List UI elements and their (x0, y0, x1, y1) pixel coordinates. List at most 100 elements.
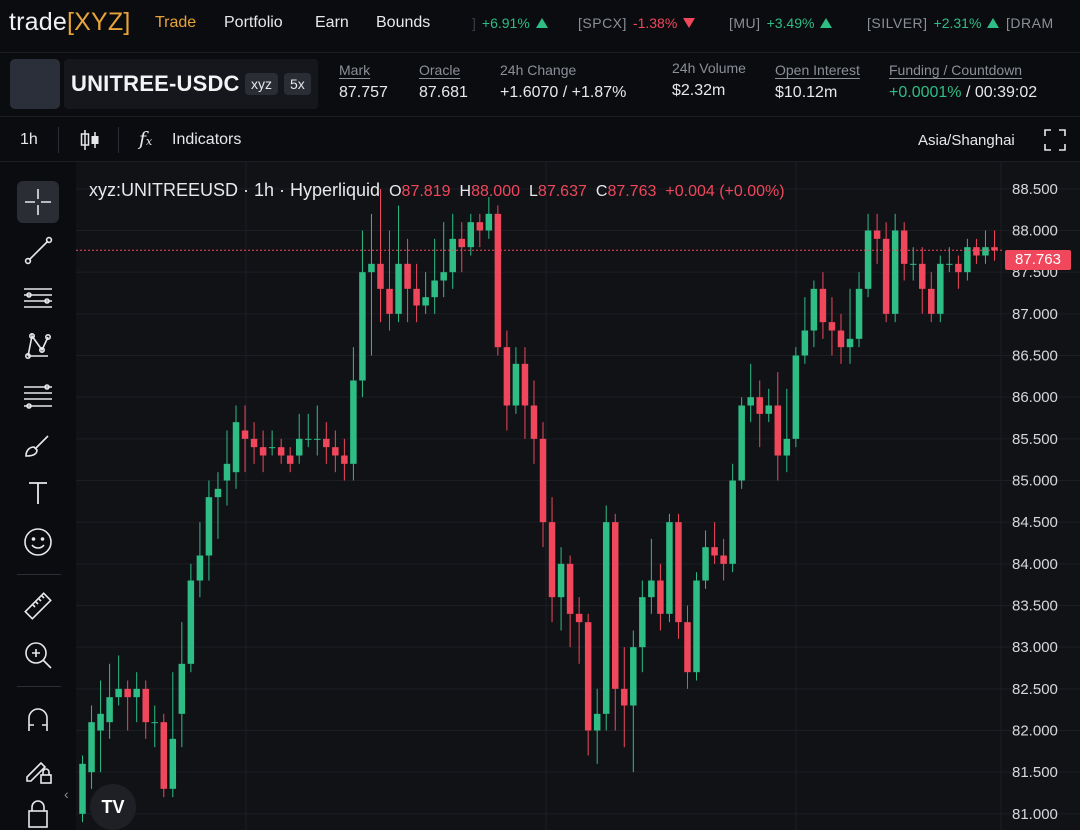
nav-bounds[interactable]: Bounds (376, 14, 430, 32)
up-triangle-icon (535, 18, 548, 28)
tools-divider (17, 574, 61, 575)
candle-body (286, 455, 294, 464)
brush-icon[interactable] (17, 424, 59, 466)
collapse-tools-icon[interactable]: ‹ (64, 786, 69, 802)
candle-body (133, 688, 140, 698)
timezone-selector[interactable]: Asia/Shanghai (918, 132, 1015, 149)
ticker-item-0[interactable]: ] +6.91% (466, 15, 548, 31)
toolbar-divider (118, 127, 119, 153)
candle-body (702, 547, 709, 581)
candle-body (268, 447, 276, 449)
candle-body (810, 288, 818, 331)
market-header: UNITREE-USDC xyz 5x Mark 87.757 Oracle 8… (0, 52, 1080, 114)
candle-body (539, 438, 547, 523)
y-tick-label: 85.500 (1012, 431, 1058, 448)
market-icon (10, 59, 60, 109)
candle-body (855, 288, 863, 339)
candle-body (449, 238, 456, 273)
price-chart[interactable]: 88.500 88.000 87.500 87.000 86.500 86.000 85.5… (76, 162, 1080, 830)
tradingview-logo[interactable]: TV (90, 784, 136, 830)
brand-logo[interactable]: trade[XYZ] (9, 8, 131, 37)
candle-body (765, 405, 773, 414)
candlestick-chart[interactable]: 88.50088.00087.50087.00086.50086.00085.5… (76, 162, 1080, 830)
candle-body (521, 363, 529, 406)
indicators-fx-icon[interactable]: fx (139, 128, 152, 150)
candle-body (891, 230, 899, 314)
candle-body (548, 522, 556, 598)
candle-body (630, 647, 637, 706)
y-tick-label: 86.000 (1012, 389, 1058, 406)
crosshair-icon[interactable] (17, 181, 59, 223)
leverage-badge: 5x (284, 73, 311, 95)
candle-body (205, 497, 213, 556)
candle-body (973, 247, 980, 256)
nav-portfolio[interactable]: Portfolio (224, 14, 283, 32)
legend-open: 87.819 (401, 183, 451, 200)
trend-line-icon[interactable] (17, 229, 59, 271)
down-triangle-icon (683, 18, 696, 28)
ticker-item-silver[interactable]: [SILVER] +2.31% (867, 15, 1000, 31)
candle-body (368, 263, 375, 273)
tools-divider (17, 686, 61, 687)
candle-body (223, 463, 231, 481)
candle-body (187, 580, 195, 664)
candle-body (602, 522, 610, 714)
candle-body (657, 580, 664, 614)
candle-body (341, 455, 348, 464)
y-tick-label: 81.500 (1012, 764, 1058, 781)
candle-body (512, 363, 520, 406)
horizontal-lines-icon[interactable] (17, 277, 59, 319)
candle-body (621, 688, 628, 706)
emoji-icon[interactable] (17, 521, 59, 563)
y-tick-label: 81.000 (1012, 806, 1058, 823)
lock-drawing-icon[interactable] (17, 749, 59, 791)
candle-body (819, 288, 827, 323)
zoom-in-icon[interactable] (17, 634, 59, 676)
funding-countdown: 00:39:02 (974, 84, 1038, 101)
logo-text: trade (9, 8, 67, 36)
candle-body (756, 397, 763, 414)
lock-icon[interactable] (17, 797, 59, 830)
y-tick-label: 88.000 (1012, 223, 1058, 240)
candle-body (422, 297, 429, 306)
fib-retracement-icon[interactable] (17, 375, 59, 417)
up-triangle-icon (987, 18, 1000, 28)
y-tick-label: 87.000 (1012, 306, 1058, 323)
candle-body (395, 263, 402, 314)
interval-selector[interactable]: 1h (20, 131, 38, 149)
candle-body (828, 322, 836, 331)
nav-trade[interactable]: Trade (155, 14, 196, 32)
magnet-icon[interactable] (17, 699, 59, 741)
candle-body (232, 422, 240, 473)
fullscreen-icon[interactable] (1044, 129, 1066, 156)
candle-body (575, 613, 583, 623)
candle-body (720, 555, 727, 564)
ticker-item-spcx[interactable]: [SPCX] -1.38% (578, 15, 696, 31)
y-tick-label: 83.000 (1012, 639, 1058, 656)
candle-body (666, 522, 673, 614)
y-tick-label: 88.500 (1012, 181, 1058, 198)
ticker-item-dram[interactable]: [DRAM (1006, 15, 1054, 31)
candle-body (774, 405, 782, 456)
text-tool-icon[interactable] (17, 472, 59, 514)
candle-body (530, 405, 538, 439)
ruler-icon[interactable] (17, 585, 59, 627)
candle-body (747, 397, 754, 406)
pattern-icon[interactable] (17, 325, 59, 367)
candle-body (79, 763, 86, 814)
ticker-item-mu[interactable]: [MU] +3.49% (729, 15, 833, 31)
candle-body (982, 247, 989, 256)
stat-24h-volume: 24h Volume $2.32m (672, 60, 746, 99)
candle-body (115, 688, 122, 698)
candlestick-type-icon[interactable] (79, 128, 101, 157)
indicators-button[interactable]: Indicators (172, 131, 241, 149)
nav-earn[interactable]: Earn (315, 14, 349, 32)
candle-body (413, 288, 420, 306)
candle-body (648, 580, 655, 598)
toolbar-divider (58, 127, 59, 153)
candle-body (467, 222, 475, 248)
candle-body (503, 347, 511, 406)
chart-legend: xyz:UNITREEUSD · 1h · Hyperliquid O87.81… (89, 180, 785, 200)
dex-badge: xyz (245, 73, 278, 95)
candle-body (350, 380, 357, 464)
